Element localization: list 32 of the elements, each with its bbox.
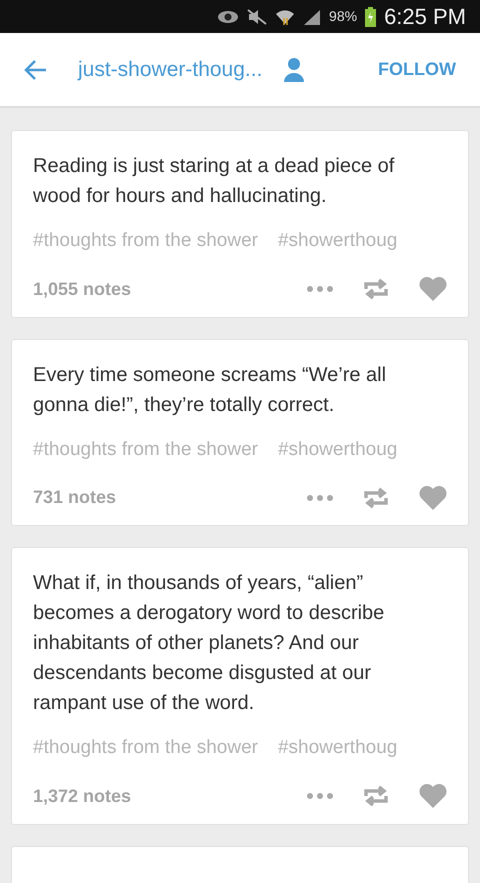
heart-icon[interactable] <box>419 784 447 808</box>
more-icon[interactable] <box>307 286 333 292</box>
more-icon[interactable] <box>307 494 333 500</box>
mute-icon <box>247 8 268 24</box>
post-text: Reading is just staring at a dead piece of wood for hours and hallucinating. <box>33 154 396 209</box>
eye-icon <box>217 10 240 24</box>
tag-link[interactable]: #thoughts from the shower <box>33 734 258 762</box>
notes-count[interactable]: 1,055 notes <box>33 276 132 302</box>
heart-icon[interactable] <box>419 486 447 510</box>
post-text: Every time someone screams “We’re all gonna die!”, they’re totally correct. <box>33 362 388 418</box>
reblog-icon[interactable] <box>363 784 389 808</box>
tag-link[interactable]: #showerthoug <box>278 436 398 464</box>
reblog-icon[interactable] <box>363 486 389 510</box>
signal-icon <box>303 8 322 24</box>
notes-count[interactable]: 731 notes <box>33 484 116 511</box>
back-icon[interactable] <box>24 58 48 80</box>
tag-link[interactable]: #thoughts from the shower <box>33 436 258 464</box>
tag-link[interactable]: #thoughts from the shower <box>33 227 258 256</box>
post-text: What if, in thousands of years, “alien” becomes a derogatory word to describe inhabitants of other planets? And our descendants become disgusted at our rampant use of the word. <box>33 571 386 716</box>
notes-count[interactable]: 1,372 notes <box>33 782 132 810</box>
battery-icon <box>365 6 376 26</box>
blog-title: just-shower-thoug... <box>78 56 262 83</box>
wifi-icon <box>275 8 296 26</box>
person-icon[interactable] <box>284 58 304 82</box>
tag-link[interactable]: #showerthoug <box>278 227 398 256</box>
follow-button[interactable]: FOLLOW <box>378 56 456 83</box>
tag-link[interactable]: #showerthoug <box>278 734 398 762</box>
more-icon[interactable] <box>307 793 333 799</box>
clock: 6:25 PM <box>384 3 466 31</box>
reblog-icon[interactable] <box>363 277 389 301</box>
heart-icon[interactable] <box>419 277 447 301</box>
battery-percent: 98% <box>329 7 358 26</box>
